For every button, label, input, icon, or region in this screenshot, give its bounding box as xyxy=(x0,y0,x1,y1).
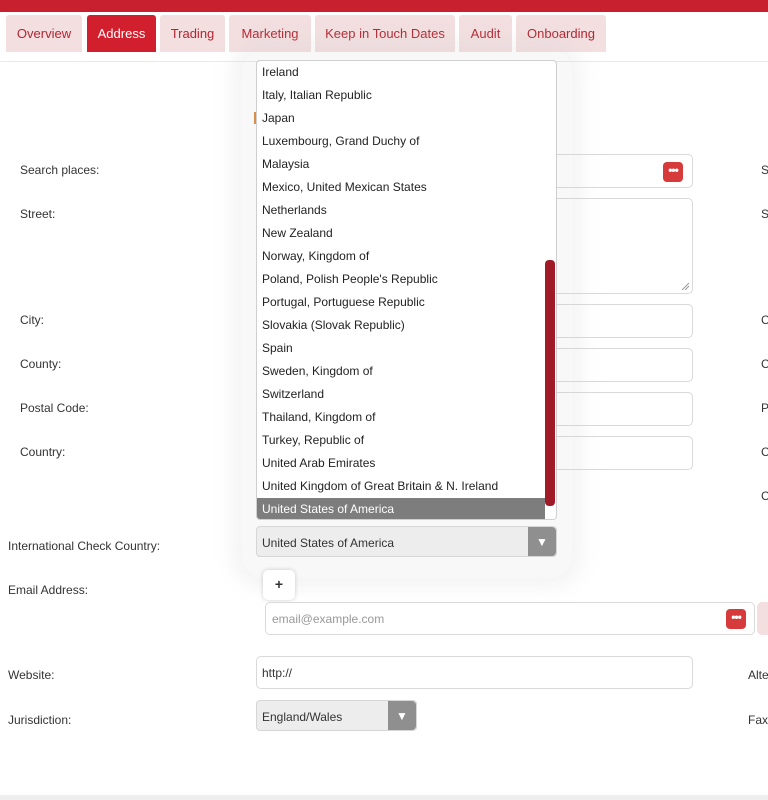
top-brand-bar xyxy=(0,0,768,12)
city-label: City: xyxy=(20,313,44,327)
website-label: Website: xyxy=(8,668,55,682)
dropdown-option[interactable]: Norway, Kingdom of xyxy=(257,245,546,268)
dropdown-option[interactable]: Poland, Polish People's Republic xyxy=(257,268,546,291)
website-value: http:// xyxy=(262,666,293,680)
email-address-label: Email Address: xyxy=(8,583,89,597)
street-label: Street: xyxy=(20,207,56,221)
dropdown-option[interactable]: United Arab Emirates xyxy=(257,452,546,475)
email-menu-button[interactable]: ••• xyxy=(726,609,746,629)
chevron-down-icon[interactable]: ▼ xyxy=(528,527,556,556)
tab-address[interactable]: Address xyxy=(87,15,156,52)
dropdown-option[interactable]: Luxembourg, Grand Duchy of xyxy=(257,130,546,153)
right-label-2: S xyxy=(761,207,768,221)
tab-audit[interactable]: Audit xyxy=(459,15,512,52)
right-label-7: C xyxy=(761,489,768,503)
dropdown-option[interactable]: United States of America xyxy=(257,498,546,519)
tab-trading[interactable]: Trading xyxy=(160,15,225,52)
bottom-bar xyxy=(0,795,768,800)
dropdown-option[interactable]: Spain xyxy=(257,337,546,360)
dropdown-option[interactable]: New Zealand xyxy=(257,222,546,245)
dropdown-option[interactable]: Slovakia (Slovak Republic) xyxy=(257,314,546,337)
jurisdiction-value: England/Wales xyxy=(262,710,343,724)
right-label-4: C xyxy=(761,357,768,371)
email-input[interactable]: email@example.com ••• xyxy=(265,602,755,635)
dropdown-option[interactable]: Netherlands xyxy=(257,199,546,222)
tab-marketing[interactable]: Marketing xyxy=(229,15,311,52)
jurisdiction-select[interactable]: England/Wales ▼ xyxy=(256,700,417,731)
dropdown-option[interactable]: Italy, Italian Republic xyxy=(257,84,546,107)
dropdown-option[interactable]: Mexico, United Mexican States xyxy=(257,176,546,199)
search-places-menu-button[interactable]: ••• xyxy=(663,162,683,182)
tab-keep-in-touch-dates[interactable]: Keep in Touch Dates xyxy=(315,15,455,52)
dropdown-option[interactable]: Thailand, Kingdom of xyxy=(257,406,546,429)
county-label: County: xyxy=(20,357,62,371)
dropdown-option[interactable]: Portugal, Portuguese Republic xyxy=(257,291,546,314)
right-label-5: P xyxy=(761,401,768,415)
tab-onboarding[interactable]: Onboarding xyxy=(516,15,606,52)
dropdown-option[interactable]: Sweden, Kingdom of xyxy=(257,360,546,383)
dropdown-option[interactable]: United Kingdom of Great Britain & N. Ire… xyxy=(257,475,546,498)
dropdown-option[interactable]: Malaysia xyxy=(257,153,546,176)
chevron-down-icon[interactable]: ▼ xyxy=(388,701,416,730)
website-input[interactable]: http:// xyxy=(256,656,693,689)
add-email-button[interactable]: + xyxy=(263,570,295,600)
dropdown-option[interactable]: Japan xyxy=(257,107,546,130)
intl-check-country-label: International Check Country: xyxy=(8,539,161,553)
resize-grip-icon[interactable] xyxy=(681,282,689,290)
intl-check-country-select[interactable]: United States of America ▼ xyxy=(256,526,557,557)
dropdown-option[interactable]: Switzerland xyxy=(257,383,546,406)
postal-code-label: Postal Code: xyxy=(20,401,89,415)
country-label: Country: xyxy=(20,445,66,459)
email-placeholder: email@example.com xyxy=(272,612,385,626)
email-remove-button[interactable] xyxy=(757,602,768,635)
tab-overview[interactable]: Overview xyxy=(6,15,82,52)
jurisdiction-label: Jurisdiction: xyxy=(8,713,72,727)
search-places-label: Search places: xyxy=(20,163,100,177)
dropdown-option[interactable]: Ireland xyxy=(257,61,546,84)
dropdown-scrollbar[interactable] xyxy=(545,260,555,506)
right-label-3: C xyxy=(761,313,768,327)
right-label-6: C xyxy=(761,445,768,459)
country-dropdown-list[interactable]: Ireland Italy, Italian Republic Japan Luxem… xyxy=(256,60,557,520)
intl-check-country-value: United States of America xyxy=(262,536,395,550)
dropdown-option[interactable]: Turkey, Republic of xyxy=(257,429,546,452)
right-label-1: S xyxy=(761,163,768,177)
fax-label: Fax xyxy=(748,713,768,727)
tab-bar: Overview Address Trading Marketing Keep … xyxy=(0,12,768,52)
alternate-label: Alte xyxy=(748,668,768,682)
